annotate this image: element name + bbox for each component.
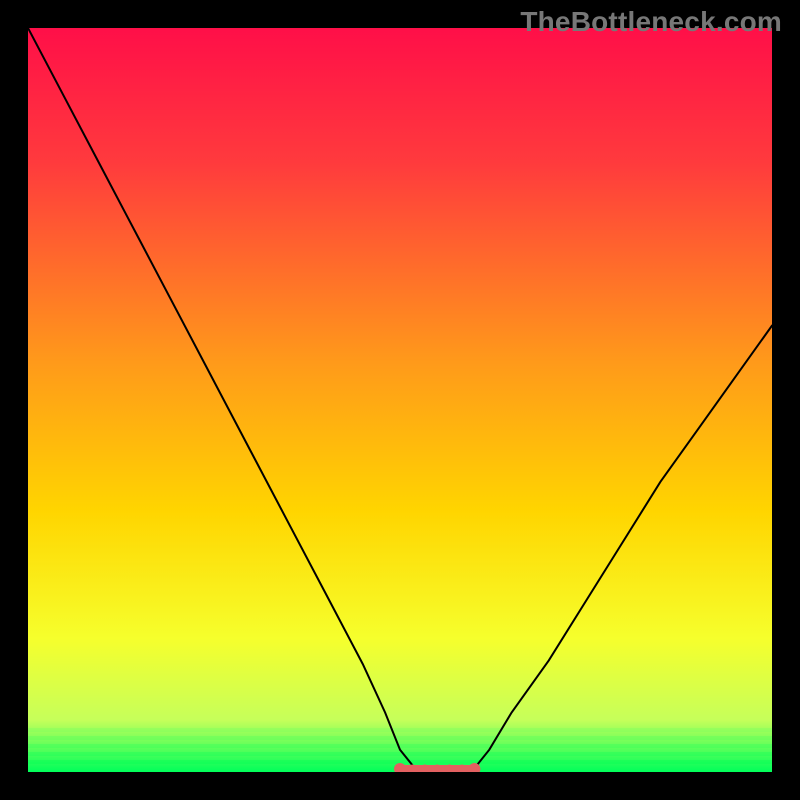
chart-container: TheBottleneck.com xyxy=(0,0,800,800)
gradient-bg xyxy=(28,28,772,772)
watermark-text: TheBottleneck.com xyxy=(520,6,782,38)
plot-area xyxy=(28,28,772,772)
chart-svg xyxy=(28,28,772,772)
